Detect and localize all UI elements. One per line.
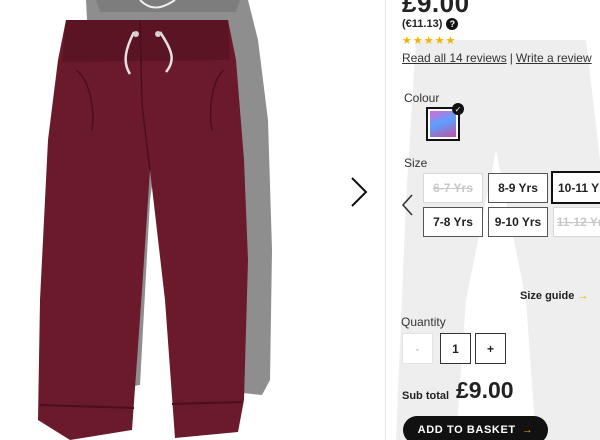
add-to-basket-label: ADD TO BASKET: [417, 424, 516, 436]
rating-stars: ★★★★★: [402, 35, 457, 47]
help-icon[interactable]: ?: [446, 18, 459, 30]
chevron-right-icon: [351, 177, 368, 207]
product-page: £9.00 (€11.13) ? ★★★★★ Read all 14 revie…: [0, 0, 600, 440]
add-to-basket-button[interactable]: ADD TO BASKET →: [403, 416, 548, 440]
size-label: Size: [404, 156, 428, 170]
size-option-7-8[interactable]: 7-8 Yrs: [423, 207, 483, 237]
size-option-8-9[interactable]: 8-9 Yrs: [488, 173, 548, 203]
burgundy-trousers-image: [38, 19, 248, 440]
colour-swatch-fill: [430, 111, 456, 137]
reviews-separator: |: [509, 51, 513, 65]
subtotal-value: £9.00: [456, 377, 514, 403]
arrow-right-icon: →: [521, 424, 534, 436]
read-reviews-link[interactable]: Read all 14 reviews: [402, 51, 507, 65]
subtotal-label: Sub total: [402, 390, 450, 402]
product-details-panel: £9.00 (€11.13) ? ★★★★★ Read all 14 revie…: [386, 0, 600, 440]
size-guide-link[interactable]: Size guide →: [520, 290, 588, 302]
size-option-6-7[interactable]: 6-7 Yrs: [423, 173, 483, 203]
size-prev-button[interactable]: [400, 192, 416, 218]
quantity-increase-button[interactable]: +: [475, 333, 506, 364]
price-euro: (€11.13): [402, 18, 443, 30]
size-option-11-12[interactable]: 11-12 Yrs: [553, 207, 600, 237]
quantity-label: Quantity: [401, 315, 446, 329]
size-option-10-11[interactable]: 10-11 Yrs: [551, 171, 600, 204]
colour-label: Colour: [404, 91, 440, 105]
size-guide-label: Size guide: [520, 290, 575, 302]
chevron-left-icon: [401, 194, 413, 216]
write-review-link[interactable]: Write a review: [516, 51, 592, 65]
gallery-next-button[interactable]: [346, 175, 372, 209]
quantity-decrease-button[interactable]: -: [402, 333, 433, 364]
reviews-row: Read all 14 reviews | Write a review: [402, 51, 592, 65]
selected-check-icon: ✓: [452, 103, 464, 115]
product-image: [38, 0, 272, 440]
size-option-9-10[interactable]: 9-10 Yrs: [488, 207, 548, 237]
quantity-input[interactable]: 1: [440, 333, 471, 364]
colour-swatch[interactable]: ✓: [426, 103, 464, 141]
product-price: £9.00: [402, 0, 470, 18]
product-image-gallery: [0, 0, 385, 440]
price-euro-row: (€11.13) ?: [402, 18, 459, 30]
arrow-right-icon: →: [577, 290, 589, 302]
